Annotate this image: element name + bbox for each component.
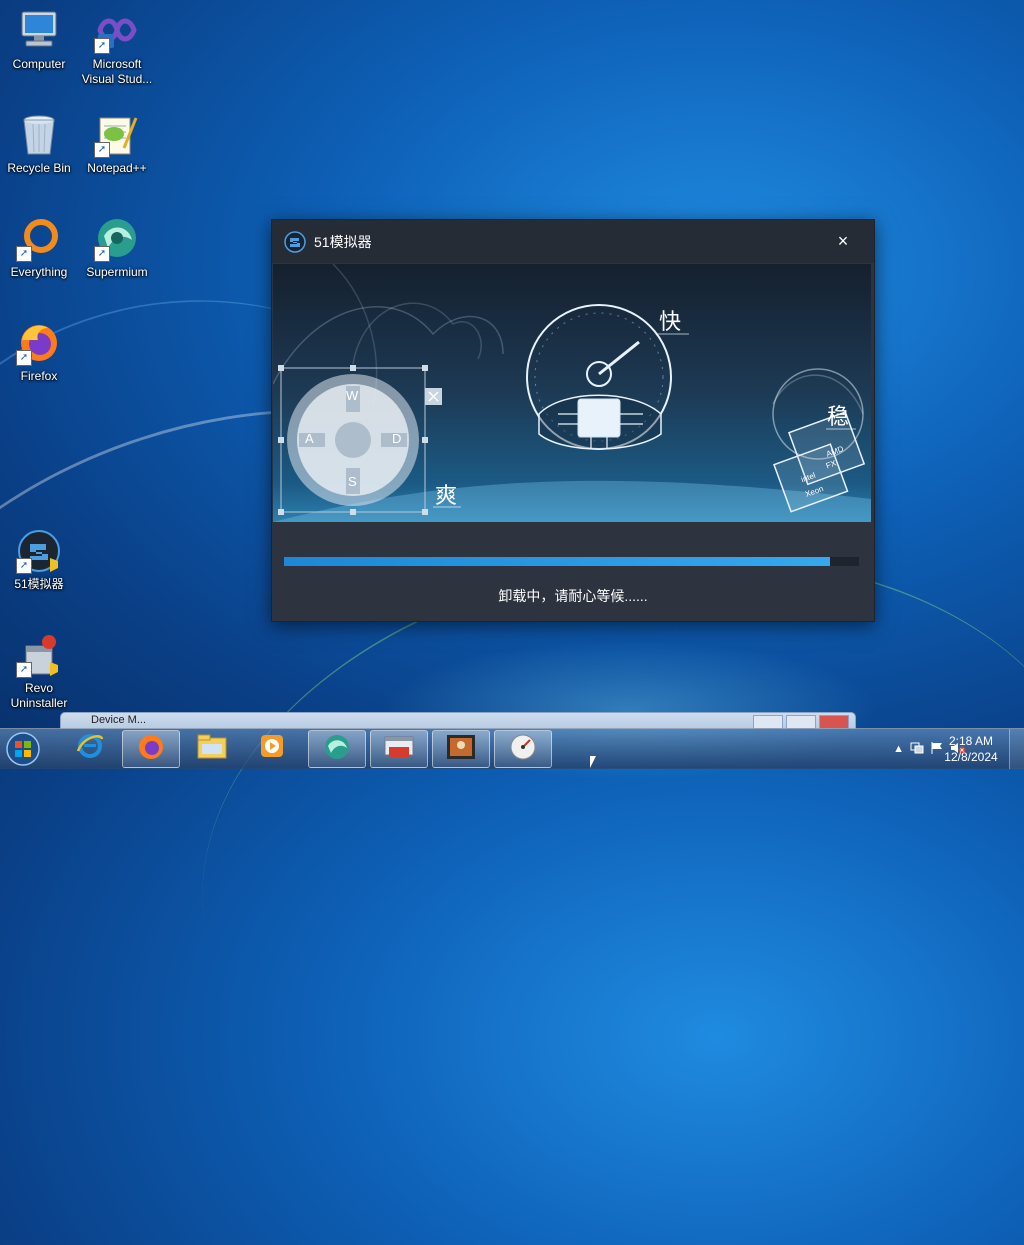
shortcut-arrow-icon: ➚	[94, 246, 110, 262]
desktop-icon-label: Microsoft Visual Stud...	[81, 57, 153, 86]
desktop-icon-computer[interactable]: Computer	[0, 8, 78, 72]
desktop-icon-revo-uninstaller[interactable]: ➚ Revo Uninstaller	[0, 632, 78, 711]
desktop-icon-supermium[interactable]: ➚ Supermium	[78, 216, 156, 280]
computer-icon	[16, 8, 62, 54]
minimize-button[interactable]	[753, 715, 783, 729]
shortcut-arrow-icon: ➚	[16, 246, 32, 262]
desktop-icon-label: Everything	[10, 265, 68, 279]
app-logo-icon	[284, 230, 306, 253]
progress-bar	[284, 557, 859, 566]
shortcut-arrow-icon: ➚	[94, 142, 110, 158]
shortcut-arrow-icon: ➚	[16, 350, 32, 366]
desktop-icon-label: Computer	[12, 57, 66, 71]
maximize-button[interactable]	[786, 715, 816, 729]
clock-date: 12/8/2024	[944, 750, 998, 764]
taskbar-supermium[interactable]	[308, 730, 366, 768]
firefox-icon: ➚	[16, 320, 62, 366]
uninstall-dialog: 51模拟器 × 快 稳 爽 W A D S AMD FX intel Xeon …	[271, 219, 875, 622]
dialog-titlebar[interactable]: 51模拟器 ×	[272, 220, 874, 263]
internet-explorer-icon	[75, 731, 105, 766]
emulator-icon: ➚	[16, 528, 62, 574]
shortcut-arrow-icon: ➚	[16, 558, 32, 574]
recycle-bin-icon	[16, 112, 62, 158]
mouse-cursor-icon	[590, 756, 596, 768]
taskbar-internet-explorer[interactable]	[62, 730, 118, 766]
desktop-icon-label: Supermium	[86, 265, 148, 279]
toolbox-icon	[383, 733, 415, 766]
show-desktop-button[interactable]	[1009, 729, 1024, 769]
key-s: S	[348, 474, 357, 489]
slogan-fast: 快	[659, 309, 682, 334]
desktop-icon-label: Firefox	[20, 369, 58, 383]
desktop-icon-51-emulator[interactable]: ➚ 51模拟器	[0, 528, 78, 592]
taskbar-firefox[interactable]	[122, 730, 180, 768]
photo-icon	[445, 733, 477, 766]
file-explorer-icon	[196, 732, 228, 765]
promo-banner: 快 稳 爽 W A D S AMD FX intel Xeon	[273, 264, 871, 522]
supermium-icon	[322, 732, 352, 767]
status-text: 卸载中，请耐心等候......	[498, 588, 648, 604]
taskbar-file-explorer[interactable]	[184, 730, 240, 766]
gauge-icon	[508, 732, 538, 767]
dialog-title: 51模拟器	[314, 233, 372, 250]
notepadpp-icon: ➚	[94, 112, 140, 158]
show-hidden-icons-icon[interactable]: ▲	[893, 743, 904, 755]
desktop-icon-recycle-bin[interactable]: Recycle Bin	[0, 112, 78, 176]
shortcut-arrow-icon: ➚	[94, 38, 110, 54]
desktop-icon-label: Notepad++	[87, 161, 147, 175]
desktop-icon-label: Recycle Bin	[7, 161, 71, 175]
taskbar-gauge[interactable]	[494, 730, 552, 768]
revo-uninstaller-icon: ➚	[16, 632, 62, 678]
media-player-icon	[257, 731, 287, 766]
clock-time: 2:18 AM	[948, 734, 994, 748]
taskbar-media-player[interactable]	[244, 730, 300, 766]
key-d: D	[392, 431, 402, 446]
progress-fill	[284, 557, 831, 566]
background-window[interactable]: Device M...	[60, 712, 856, 729]
window-close-button[interactable]	[819, 715, 849, 729]
key-w: W	[346, 388, 359, 403]
taskbar-photo[interactable]	[432, 730, 490, 768]
slogan-stable: 稳	[827, 404, 850, 429]
key-a: A	[305, 431, 314, 446]
supermium-icon: ➚	[94, 216, 140, 262]
visual-studio-icon: ➚	[94, 8, 140, 54]
everything-icon: ➚	[16, 216, 62, 262]
taskbar-toolbox[interactable]	[370, 730, 428, 768]
desktop-icon-visual-studio[interactable]: ➚ Microsoft Visual Stud...	[78, 8, 156, 87]
desktop-icon-label: Revo Uninstaller	[10, 681, 68, 710]
background-window-title: Device M...	[91, 714, 147, 726]
start-button[interactable]	[3, 730, 49, 768]
desktop-icon-firefox[interactable]: ➚ Firefox	[0, 320, 78, 384]
taskbar: ▲ 2:18 AM 12/8/2024	[0, 728, 1024, 769]
slogan-cool: 爽	[435, 483, 458, 508]
close-button[interactable]: ×	[832, 230, 854, 252]
firefox-icon	[136, 732, 166, 767]
network-icon[interactable]	[910, 741, 924, 758]
desktop-icon-label: 51模拟器	[14, 577, 64, 591]
clock[interactable]: 2:18 AM 12/8/2024	[936, 733, 1006, 765]
desktop-icon-everything[interactable]: ➚ Everything	[0, 216, 78, 280]
shortcut-arrow-icon: ➚	[16, 662, 32, 678]
desktop-icon-notepadpp[interactable]: ➚ Notepad++	[78, 112, 156, 176]
